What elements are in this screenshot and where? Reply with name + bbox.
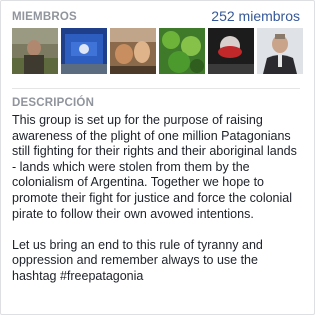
section-divider — [12, 88, 300, 89]
member-avatar-5[interactable] — [208, 28, 254, 74]
description-section-title: DESCRIPCIÓN — [12, 97, 95, 109]
members-count-link[interactable]: 252 miembros — [211, 8, 300, 24]
member-avatar-3[interactable] — [110, 28, 156, 74]
group-info-panel: MIEMBROS 252 miembros DESCRIPCIÓN This g… — [0, 0, 315, 315]
member-avatar-2[interactable] — [61, 28, 107, 74]
description-paragraph-1: This group is set up for the purpose of … — [12, 113, 297, 221]
group-description-text: This group is set up for the purpose of … — [12, 113, 302, 285]
members-thumbnail-grid — [12, 28, 303, 74]
members-header: MIEMBROS 252 miembros — [12, 7, 300, 27]
member-avatar-4[interactable] — [159, 28, 205, 74]
member-avatar-6[interactable] — [257, 28, 303, 74]
members-section-title: MIEMBROS — [12, 11, 77, 23]
member-avatar-1[interactable] — [12, 28, 58, 74]
description-paragraph-2: Let us bring an end to this rule of tyra… — [12, 237, 263, 283]
